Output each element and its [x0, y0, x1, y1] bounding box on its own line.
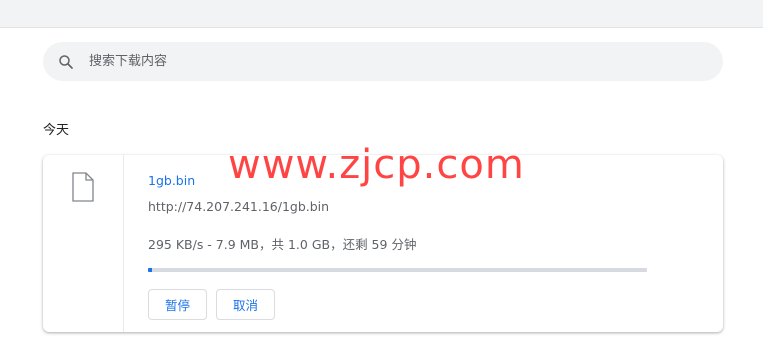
file-name-link[interactable]: 1gb.bin — [148, 173, 195, 188]
cancel-button[interactable]: 取消 — [216, 289, 275, 320]
download-status: 295 KB/s - 7.9 MB，共 1.0 GB，还剩 59 分钟 — [148, 237, 417, 252]
top-toolbar — [0, 0, 763, 28]
card-divider — [123, 155, 124, 332]
pause-button[interactable]: 暂停 — [148, 289, 207, 320]
watermark-text: www.zjcp.com — [228, 142, 525, 188]
download-progress-bar — [148, 268, 647, 272]
search-icon — [59, 55, 73, 69]
file-icon — [72, 172, 94, 202]
search-bar[interactable] — [43, 42, 723, 81]
search-input[interactable] — [89, 42, 689, 81]
section-date-title: 今天 — [43, 123, 70, 138]
file-url: http://74.207.241.16/1gb.bin — [148, 199, 330, 214]
download-progress-fill — [148, 268, 152, 272]
